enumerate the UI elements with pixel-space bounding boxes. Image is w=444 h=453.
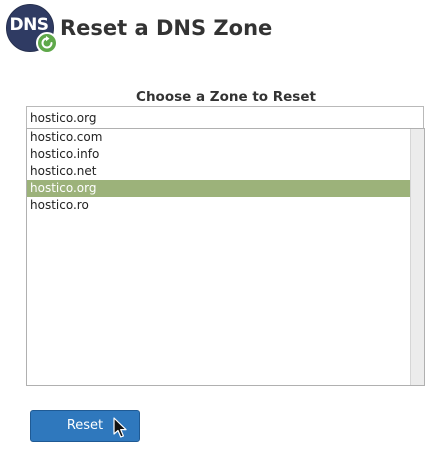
- zone-select-label: Choose a Zone to Reset: [136, 89, 316, 105]
- page-title: Reset a DNS Zone: [60, 15, 273, 40]
- zone-option-hostico-info[interactable]: hostico.info: [27, 146, 410, 163]
- page-header: DNS Reset a DNS Zone: [6, 4, 273, 54]
- refresh-badge-icon: [36, 32, 58, 54]
- zone-option-hostico-com[interactable]: hostico.com: [27, 129, 410, 146]
- zone-option-hostico-net[interactable]: hostico.net: [27, 163, 410, 180]
- mouse-pointer-icon: [113, 417, 127, 438]
- zone-option-hostico-ro[interactable]: hostico.ro: [27, 197, 410, 214]
- zone-filter-input[interactable]: hostico.org: [26, 106, 424, 128]
- listbox-scrollbar[interactable]: [410, 129, 424, 385]
- zone-option-hostico-org[interactable]: hostico.org: [27, 180, 410, 197]
- dns-logo: DNS: [6, 4, 58, 54]
- zone-listbox[interactable]: hostico.com hostico.info hostico.net hos…: [26, 128, 425, 386]
